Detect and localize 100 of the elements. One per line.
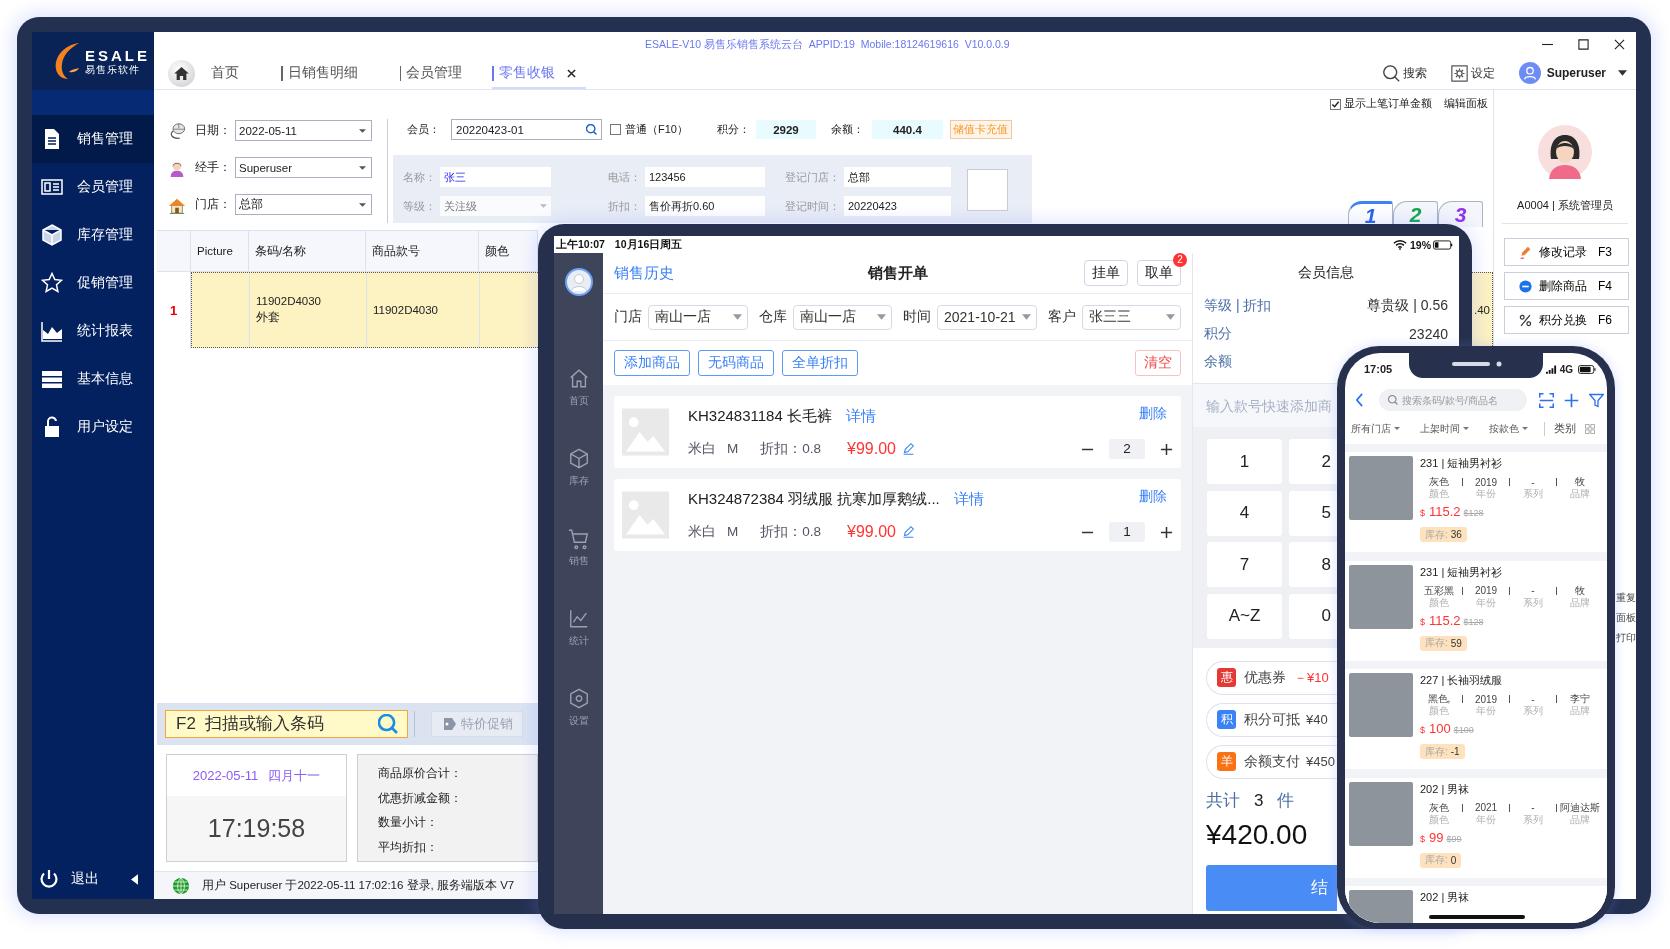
sidebar-item[interactable]: 促销管理: [32, 259, 154, 307]
quick-add-field[interactable]: 输入款号快速添加商: [1193, 384, 1337, 427]
nav-item[interactable]: 统计: [567, 608, 590, 688]
text-field[interactable]: 123456: [645, 167, 765, 187]
action-button[interactable]: 全单折扣: [782, 350, 858, 376]
action-button[interactable]: 积分兑换 F6: [1504, 306, 1629, 334]
dropdown-field[interactable]: 总部: [235, 194, 372, 215]
payment-option[interactable]: 羊 余额支付 ¥450: [1206, 744, 1337, 779]
close-icon[interactable]: [1614, 39, 1625, 50]
sidebar-item[interactable]: 用户设定: [32, 403, 154, 451]
keypad-key[interactable]: 8: [1289, 542, 1337, 587]
keypad-key[interactable]: 4: [1207, 490, 1282, 536]
keypad-key[interactable]: 7: [1207, 542, 1282, 587]
caret-down-icon: [359, 165, 366, 170]
caret-left-icon[interactable]: [131, 873, 138, 885]
dropdown-field[interactable]: 张三三: [1081, 304, 1181, 330]
dropdown-field[interactable]: 南山一店: [648, 304, 748, 330]
product-card[interactable]: 231 | 短袖男衬衫 灰色 2019 - 牧 颜色 年份 系列 品牌 $ 115.2 $128 库存: 36: [1345, 452, 1607, 552]
plus-icon[interactable]: [1160, 525, 1173, 539]
attribute-label: 系列: [1522, 596, 1544, 609]
delete-link[interactable]: 删除: [1139, 405, 1167, 423]
checkbox[interactable]: [1330, 99, 1341, 110]
close-icon[interactable]: [566, 68, 576, 78]
pencil-icon[interactable]: [901, 442, 915, 455]
quantity-field[interactable]: 2: [1109, 439, 1145, 459]
dropdown-field[interactable]: 2022-05-11: [235, 120, 372, 141]
keypad-key[interactable]: 5: [1289, 490, 1337, 536]
action-button[interactable]: 无码商品: [698, 350, 774, 376]
keypad-key[interactable]: A~Z: [1207, 593, 1282, 639]
sidebar-item[interactable]: 统计报表: [32, 307, 154, 355]
user-menu[interactable]: Superuser: [1518, 62, 1606, 84]
mouse-icon: [168, 121, 186, 140]
home-button[interactable]: [168, 59, 195, 87]
sidebar-item[interactable]: 库存管理: [32, 211, 154, 259]
plus-icon[interactable]: [1160, 442, 1173, 456]
exit-button[interactable]: 退出: [40, 869, 99, 889]
tab[interactable]: 首页: [211, 57, 243, 89]
details-link[interactable]: 详情: [953, 489, 984, 509]
caret-down-icon[interactable]: [1618, 70, 1627, 76]
back-icon[interactable]: [1355, 393, 1364, 407]
tab[interactable]: 零售收银: [492, 57, 586, 89]
price-text: ¥99.00: [847, 439, 896, 458]
delete-link[interactable]: 删除: [1139, 488, 1167, 506]
battery-percent: 19%: [1410, 238, 1431, 251]
nav-item[interactable]: 设置: [567, 688, 590, 768]
scan-icon[interactable]: [1539, 392, 1554, 408]
order-tab[interactable]: 3: [1438, 201, 1483, 227]
search-field[interactable]: 搜索条码/款号/商品名: [1379, 389, 1527, 411]
checkbox[interactable]: [610, 124, 621, 135]
checkmark-icon: [1331, 100, 1340, 109]
item-count: 3: [1254, 789, 1264, 812]
text-field[interactable]: 20220423: [844, 196, 951, 216]
action-button[interactable]: 删除商品 F4: [1504, 272, 1629, 300]
sales-history-link[interactable]: 销售历史: [614, 263, 674, 283]
filter-dropdown[interactable]: 上架时间: [1420, 421, 1469, 436]
member-search-field[interactable]: 20220423-01: [451, 119, 602, 140]
sidebar-item[interactable]: 基本信息: [32, 355, 154, 403]
product-card[interactable]: 227 | 长袖羽绒服 黑色, 2019 - 李宁 颜色 年份 系列 品牌 $ 100 $100 库存: -1: [1345, 669, 1607, 769]
table-row[interactable]: 11902D4030 外套 11902D4030: [191, 272, 538, 348]
toolbar-button[interactable]: 搜索: [1382, 64, 1427, 82]
action-button[interactable]: 修改记录 F3: [1504, 238, 1629, 266]
edit-panel-link[interactable]: 编辑面板: [1444, 97, 1488, 110]
category-button[interactable]: 类别: [1554, 421, 1595, 436]
action-button[interactable]: 清空: [1135, 350, 1181, 376]
tab[interactable]: 日销售明细: [281, 57, 362, 89]
pencil-icon[interactable]: [901, 525, 915, 538]
action-button[interactable]: 添加商品: [614, 350, 690, 376]
quantity-field[interactable]: 1: [1109, 522, 1145, 542]
product-card[interactable]: 202 | 男袜 灰色 2021 - 阿迪达斯 颜色 年份 系列 品牌 $ 99 $99 库存: 0: [1345, 777, 1607, 878]
text-field[interactable]: 售价再折0.60: [645, 196, 765, 216]
maximize-icon[interactable]: [1578, 39, 1589, 50]
text-field[interactable]: 总部: [844, 167, 951, 187]
order-tab[interactable]: 1: [1348, 201, 1393, 227]
filter-dropdown[interactable]: 按款色: [1489, 421, 1528, 436]
nav-item[interactable]: 库存: [567, 448, 590, 528]
filter-dropdown[interactable]: 所有门店: [1351, 421, 1400, 436]
filter-icon[interactable]: [1589, 392, 1604, 408]
avatar-icon[interactable]: [564, 268, 593, 296]
field-label: 折扣：: [608, 198, 641, 214]
keypad-key[interactable]: 1: [1207, 439, 1282, 484]
header-button[interactable]: 挂单: [1084, 260, 1128, 286]
dropdown-field[interactable]: Superuser: [235, 157, 372, 178]
info-value: 23240: [1409, 326, 1448, 342]
details-link[interactable]: 详情: [846, 406, 876, 426]
product-card[interactable]: 231 | 短袖男衬衫 五彩黑 2019 - 牧 颜色 年份 系列 品牌 $ 115.2 $128 库存: 59: [1345, 560, 1607, 661]
nav-item[interactable]: 首页: [567, 368, 590, 448]
nav-item[interactable]: 销售: [567, 528, 590, 608]
product-card[interactable]: 202 | 男袜: [1345, 886, 1607, 923]
toolbar-button[interactable]: 设定: [1450, 64, 1495, 82]
keypad-key[interactable]: 0: [1289, 593, 1337, 639]
barcode-input[interactable]: F2 扫描或输入条码: [165, 710, 408, 738]
dropdown-field[interactable]: 关注级: [440, 196, 551, 216]
keypad-key[interactable]: 2: [1289, 439, 1337, 484]
sidebar-item[interactable]: 销售管理: [32, 115, 154, 163]
tab[interactable]: 会员管理: [399, 57, 466, 89]
text-field[interactable]: 张三: [440, 167, 551, 187]
sidebar-item[interactable]: 会员管理: [32, 163, 154, 211]
dropdown-field[interactable]: 2021-10-21: [937, 304, 1037, 330]
attribute-value: 灰色: [1428, 475, 1450, 488]
dropdown-field[interactable]: 南山一店: [792, 304, 892, 330]
